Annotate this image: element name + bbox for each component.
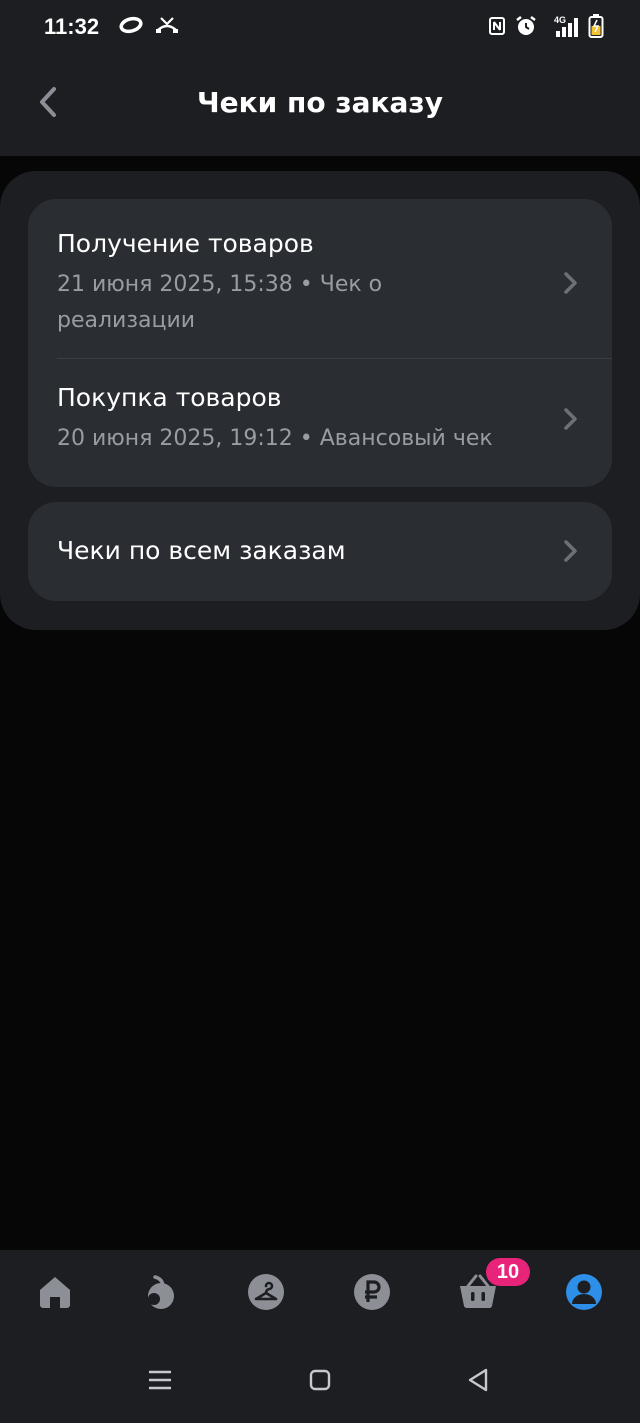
all-receipts-label: Чеки по всем заказам	[57, 536, 346, 565]
page-title: Чеки по заказу	[197, 86, 443, 119]
status-bar: 11:32 4G	[0, 0, 640, 56]
receipt-subtitle: 21 июня 2025, 15:38 • Чек о реализации	[57, 272, 383, 333]
receipt-item-purchase[interactable]: Покупка товаров 20 июня 2025, 19:12 • Ав…	[28, 359, 612, 487]
menu-icon	[147, 1369, 173, 1395]
oval-ring-icon	[118, 15, 144, 39]
receipt-item-pickup[interactable]: Получение товаров 21 июня 2025, 15:38 • …	[28, 199, 612, 358]
receipts-list: Получение товаров 21 июня 2025, 15:38 • …	[28, 199, 612, 487]
status-left-icons	[118, 14, 180, 40]
nav-profile[interactable]	[564, 1274, 604, 1314]
cart-badge: 10	[486, 1258, 530, 1286]
receipt-title: Покупка товаров	[57, 383, 282, 412]
nav-clothing[interactable]	[246, 1274, 286, 1314]
chevron-right-icon	[558, 539, 582, 563]
fruit-catalog-icon	[141, 1273, 179, 1315]
nfc-icon	[488, 16, 506, 40]
profile-icon	[565, 1273, 603, 1315]
bottom-nav: 10	[0, 1250, 640, 1340]
chevron-right-icon	[558, 271, 582, 295]
all-receipts-button[interactable]: Чеки по всем заказам	[28, 502, 612, 601]
home-square-icon	[308, 1368, 332, 1396]
alarm-icon	[514, 14, 538, 42]
nav-home[interactable]	[35, 1274, 75, 1314]
back-triangle-icon	[466, 1367, 490, 1397]
chevron-right-icon	[558, 407, 582, 431]
status-right-icons: 4G	[488, 14, 604, 42]
svg-text:4G: 4G	[554, 15, 566, 25]
system-home-button[interactable]	[304, 1366, 336, 1398]
hanger-icon	[247, 1273, 285, 1315]
missed-call-icon	[154, 14, 180, 40]
status-time: 11:32	[44, 14, 100, 39]
battery-charging-icon	[588, 14, 604, 42]
receipt-title: Получение товаров	[57, 229, 314, 258]
nav-catalog[interactable]	[140, 1274, 180, 1314]
system-back-button[interactable]	[462, 1366, 494, 1398]
top-app-bar: Чеки по заказу	[0, 56, 640, 156]
receipt-subtitle: 20 июня 2025, 19:12 • Авансовый чек	[57, 426, 493, 451]
system-nav-bar	[0, 1340, 640, 1423]
ruble-icon	[353, 1273, 391, 1315]
nav-payments[interactable]	[352, 1274, 392, 1314]
system-recents-button[interactable]	[144, 1366, 176, 1398]
home-icon	[36, 1274, 74, 1314]
signal-4g-icon: 4G	[546, 14, 580, 42]
